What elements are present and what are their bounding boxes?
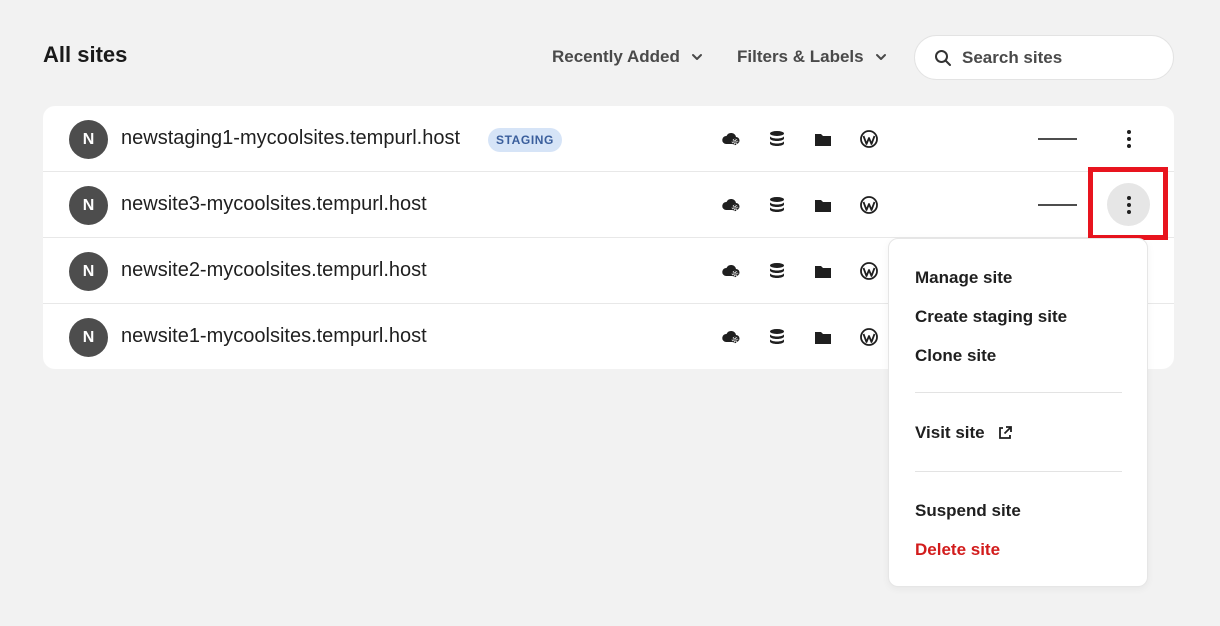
filters-dropdown[interactable]: Filters & Labels	[737, 44, 888, 70]
cloud-gear-icon[interactable]	[721, 129, 741, 149]
folder-icon[interactable]	[813, 261, 833, 281]
site-actions-menu: Manage site Create staging site Clone si…	[888, 238, 1148, 587]
database-icon[interactable]	[767, 129, 787, 149]
folder-icon[interactable]	[813, 327, 833, 347]
site-name[interactable]: newsite1-mycoolsites.tempurl.host	[121, 325, 427, 348]
wordpress-icon[interactable]	[859, 261, 879, 281]
menu-divider	[915, 471, 1122, 472]
status-indicator	[1038, 204, 1077, 206]
chevron-down-icon	[875, 54, 886, 60]
menu-divider	[915, 392, 1122, 393]
site-avatar: N	[69, 186, 108, 225]
highlight-annotation	[1088, 167, 1168, 240]
menu-item-clone-site[interactable]: Clone site	[915, 346, 996, 366]
sort-label: Recently Added	[552, 47, 680, 66]
menu-item-label: Delete site	[915, 540, 1001, 559]
wordpress-icon[interactable]	[859, 195, 879, 215]
status-indicator	[1038, 138, 1077, 140]
cloud-gear-icon[interactable]	[721, 261, 741, 281]
search-box[interactable]	[914, 35, 1174, 80]
chevron-down-icon	[691, 54, 702, 60]
sort-dropdown[interactable]: Recently Added	[552, 44, 704, 70]
site-avatar: N	[69, 318, 108, 357]
cloud-gear-icon[interactable]	[721, 327, 741, 347]
menu-item-suspend-site[interactable]: Suspend site	[915, 501, 1021, 521]
menu-item-manage-site[interactable]: Manage site	[915, 268, 1012, 288]
site-name[interactable]: newsite2-mycoolsites.tempurl.host	[121, 259, 427, 282]
search-input[interactable]	[962, 47, 1162, 68]
menu-item-delete-site[interactable]: Delete site	[915, 540, 1000, 560]
site-row[interactable]: N newsite3-mycoolsites.tempurl.host	[43, 172, 1174, 238]
site-name[interactable]: newstaging1-mycoolsites.tempurl.host	[121, 127, 460, 150]
site-row[interactable]: N newstaging1-mycoolsites.tempurl.host S…	[43, 106, 1174, 172]
filters-label: Filters & Labels	[737, 47, 864, 66]
more-vertical-icon	[1126, 129, 1131, 148]
menu-item-label: Manage site	[915, 268, 1013, 287]
external-link-icon	[998, 426, 1012, 439]
menu-item-label: Clone site	[915, 346, 997, 365]
folder-icon[interactable]	[813, 195, 833, 215]
wordpress-icon[interactable]	[859, 129, 879, 149]
database-icon[interactable]	[767, 261, 787, 281]
search-icon	[935, 49, 951, 66]
menu-item-create-staging[interactable]: Create staging site	[915, 307, 1067, 327]
site-name[interactable]: newsite3-mycoolsites.tempurl.host	[121, 193, 427, 216]
page-title: All sites	[43, 42, 128, 67]
wordpress-icon[interactable]	[859, 327, 879, 347]
menu-item-label: Visit site	[915, 423, 985, 442]
menu-item-label: Suspend site	[915, 501, 1021, 520]
database-icon[interactable]	[767, 327, 787, 347]
staging-badge: STAGING	[488, 128, 562, 152]
site-avatar: N	[69, 120, 108, 159]
more-options-button[interactable]	[1107, 117, 1150, 160]
folder-icon[interactable]	[813, 129, 833, 149]
cloud-gear-icon[interactable]	[721, 195, 741, 215]
menu-item-label: Create staging site	[915, 307, 1068, 326]
site-avatar: N	[69, 252, 108, 291]
menu-item-visit-site[interactable]: Visit site	[915, 423, 1013, 443]
database-icon[interactable]	[767, 195, 787, 215]
